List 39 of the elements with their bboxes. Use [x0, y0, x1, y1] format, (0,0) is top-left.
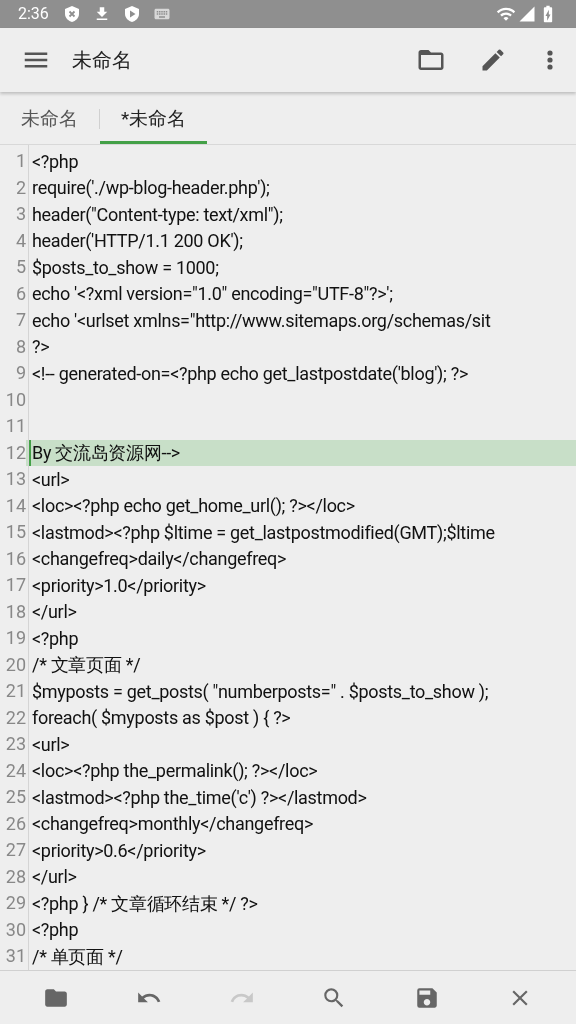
code-line: <?php	[32, 149, 79, 174]
more-icon	[547, 50, 553, 70]
status-time: 2:36	[18, 3, 49, 25]
code-line: /* 单页面 */	[32, 944, 123, 969]
text-cursor	[29, 439, 31, 466]
code-line: <lastmod><?php the_time('c') ?></lastmod>	[32, 785, 367, 810]
code-line: <?php	[32, 626, 79, 651]
code-line: <changefreq>monthly</changefreq>	[32, 812, 313, 837]
code-line: require('./wp-blog-header.php');	[32, 176, 270, 201]
code-line: <priority>1.0</priority>	[32, 573, 206, 598]
code-line: <priority>0.6</priority>	[32, 838, 206, 863]
code-line: <?php	[32, 918, 79, 943]
line-number: 12	[0, 439, 26, 466]
code-line: <?php } /* 文章循环结束 */ ?>	[32, 891, 258, 916]
code-line: By 交流岛资源网-->	[32, 441, 180, 466]
code-line: <loc><?php the_permalink(); ?></loc>	[32, 759, 318, 784]
code-line: foreach( $myposts as $post ) { ?>	[32, 706, 291, 731]
code-line: /* 文章页面 */	[32, 653, 141, 678]
code-line: header('HTTP/1.1 200 OK');	[32, 229, 243, 254]
shield-play-icon	[124, 6, 139, 22]
code-line: <changefreq>daily</changefreq>	[32, 547, 287, 572]
code-line: <url>	[32, 732, 70, 757]
shield-cross-icon	[64, 6, 79, 22]
toolbar-title: 未命名	[72, 47, 132, 74]
code-line: header("Content-type: text/xml");	[32, 202, 283, 227]
code-line: <!-- generated-on=<?php echo get_lastpostdate('blog'); ?>	[32, 361, 468, 386]
code-line: echo '<?xml version="1.0" encoding="UTF-8"?>';	[32, 282, 393, 307]
code-line: $posts_to_show = 1000;	[32, 255, 219, 280]
code-line: </url>	[32, 865, 77, 890]
code-line: <lastmod><?php $ltime = get_lastpostmodified(GMT);$ltime	[32, 520, 495, 545]
signal-icon	[518, 5, 536, 23]
tab[interactable]: *未命名	[100, 94, 208, 144]
tab[interactable]: 未命名	[0, 94, 99, 144]
code-line: <loc><?php echo get_home_url(); ?></loc>	[32, 494, 355, 519]
code-line: ?>	[32, 335, 50, 360]
code-line: </url>	[32, 600, 77, 625]
code-line: <url>	[32, 467, 70, 492]
code-line: $myposts = get_posts( "numberposts=" . $posts_to_show );	[32, 679, 489, 704]
code-line: echo '<urlset xmlns="http://www.sitemaps.org/schemas/sit	[32, 308, 491, 333]
